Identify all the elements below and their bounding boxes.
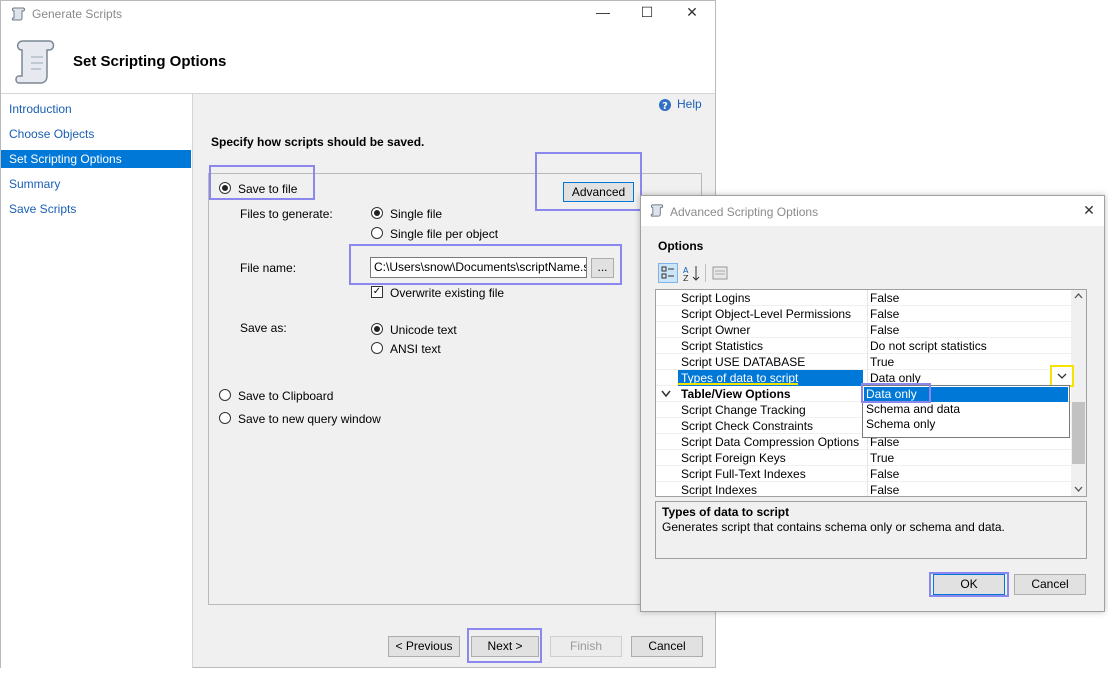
property-row[interactable]: Script Logins False (656, 290, 1071, 306)
nav-item-summary[interactable]: Summary (1, 175, 191, 193)
save-to-new-query-radio[interactable] (219, 412, 231, 424)
property-value: False (867, 306, 1070, 322)
property-value: False (867, 466, 1070, 482)
property-name: Script Foreign Keys (681, 451, 786, 465)
single-file-radio[interactable] (371, 207, 383, 219)
dialog-close-button[interactable]: ✕ (1079, 202, 1099, 219)
highlight-data-only (861, 383, 931, 403)
selection-underline (678, 383, 798, 385)
content-heading: Specify how scripts should be saved. (211, 135, 425, 149)
scroll-app-icon (11, 7, 25, 21)
nav-item-choose-objects[interactable]: Choose Objects (1, 125, 191, 143)
dropdown-toggle-button[interactable] (1050, 365, 1074, 387)
property-name: Script Data Compression Options (681, 435, 860, 449)
nav-item-set-scripting-options[interactable]: Set Scripting Options (1, 150, 191, 168)
property-grid-scrollbar[interactable] (1071, 290, 1086, 496)
save-to-clipboard-label: Save to Clipboard (238, 389, 334, 403)
help-link[interactable]: Help (677, 97, 702, 111)
description-text: Generates script that contains schema on… (662, 520, 1005, 534)
property-value: True (867, 354, 1070, 370)
property-value: True (867, 450, 1070, 466)
single-file-per-object-radio[interactable] (371, 227, 383, 239)
unicode-text-label: Unicode text (390, 323, 457, 337)
page-title: Set Scripting Options (73, 53, 227, 70)
highlight-advanced (535, 152, 642, 211)
highlight-save-to-file (209, 165, 315, 200)
maximize-button[interactable]: ☐ (637, 4, 657, 21)
title-bar: Generate Scripts — ☐ ✕ (1, 1, 715, 27)
overwrite-checkbox[interactable]: ✓ (371, 286, 383, 298)
property-value: False (867, 290, 1070, 306)
scrollbar-thumb[interactable] (1072, 402, 1085, 464)
overwrite-label: Overwrite existing file (390, 286, 505, 300)
cancel-button[interactable]: Cancel (631, 636, 703, 657)
property-name: Script Owner (681, 323, 751, 337)
property-value: False (867, 482, 1070, 496)
scroll-down-icon[interactable] (1074, 486, 1083, 492)
dialog-cancel-button[interactable]: Cancel (1014, 574, 1086, 595)
property-row[interactable]: Script Owner False (656, 322, 1071, 338)
property-name: Script Change Tracking (681, 403, 806, 417)
highlight-ok (929, 572, 1009, 597)
help-icon[interactable]: ? (658, 98, 672, 112)
wizard-header: Set Scripting Options (1, 27, 715, 94)
property-row[interactable]: Script Object-Level Permissions False (656, 306, 1071, 322)
window-title: Generate Scripts (32, 7, 123, 21)
save-as-label: Save as: (240, 321, 287, 335)
alphabetical-sort-icon[interactable]: A Z (682, 264, 702, 282)
highlight-file-name (349, 244, 622, 285)
chevron-down-icon (1057, 373, 1067, 379)
previous-button[interactable]: < Previous (388, 636, 460, 657)
property-name: Script Check Constraints (681, 419, 814, 433)
property-value: False (867, 322, 1070, 338)
dropdown-option-schema-and-data[interactable]: Schema and data (864, 402, 1068, 417)
property-description-panel: Types of data to script Generates script… (655, 501, 1087, 559)
ansi-text-label: ANSI text (390, 342, 441, 356)
scroll-up-icon[interactable] (1074, 293, 1083, 299)
property-name: Script Logins (681, 291, 751, 305)
chevron-down-icon[interactable] (661, 390, 671, 398)
property-name: Script Object-Level Permissions (681, 307, 852, 321)
file-name-label: File name: (240, 261, 297, 275)
svg-text:?: ? (662, 101, 668, 112)
property-row[interactable]: Script Foreign Keys True (656, 450, 1071, 466)
property-name: Script Full-Text Indexes (681, 467, 806, 481)
ansi-text-radio[interactable] (371, 342, 383, 354)
single-file-label: Single file (390, 207, 443, 221)
close-button[interactable]: ✕ (682, 4, 702, 21)
dropdown-option-schema-only[interactable]: Schema only (864, 417, 1068, 432)
property-pages-icon[interactable] (711, 265, 729, 281)
nav-item-introduction[interactable]: Introduction (1, 100, 191, 118)
nav-item-save-scripts[interactable]: Save Scripts (1, 200, 191, 218)
toolbar-separator (705, 264, 706, 282)
dialog-title: Advanced Scripting Options (670, 205, 819, 219)
categorized-icon (661, 266, 674, 279)
dialog-scroll-icon (650, 204, 664, 217)
single-file-per-object-label: Single file per object (390, 227, 499, 241)
save-to-clipboard-radio[interactable] (219, 389, 231, 401)
finish-button[interactable]: Finish (550, 636, 622, 657)
property-row[interactable]: Script USE DATABASE True (656, 354, 1071, 370)
highlight-next (467, 628, 542, 663)
description-title: Types of data to script (662, 505, 790, 519)
options-label: Options (658, 239, 704, 253)
category-name: Table/View Options (681, 387, 791, 401)
property-name: Script Indexes (681, 483, 758, 497)
scroll-icon (15, 40, 55, 84)
unicode-text-radio[interactable] (371, 323, 383, 335)
property-name: Script Statistics (681, 339, 764, 353)
property-name: Script USE DATABASE (681, 355, 806, 369)
files-to-generate-label: Files to generate: (240, 207, 333, 221)
property-row[interactable]: Script Full-Text Indexes False (656, 466, 1071, 482)
minimize-button[interactable]: — (593, 4, 613, 20)
property-value: Do not script statistics (867, 338, 1070, 354)
generate-scripts-window: Generate Scripts — ☐ ✕ Set Scripting Opt… (0, 0, 716, 668)
save-to-new-query-label: Save to new query window (238, 412, 381, 426)
wizard-nav: Introduction Choose Objects Set Scriptin… (1, 94, 193, 668)
svg-text:Z: Z (683, 274, 689, 282)
property-row[interactable]: Script Statistics Do not script statistic… (656, 338, 1071, 354)
property-row[interactable]: Script Indexes False (656, 482, 1071, 497)
categorized-button[interactable] (658, 263, 678, 283)
